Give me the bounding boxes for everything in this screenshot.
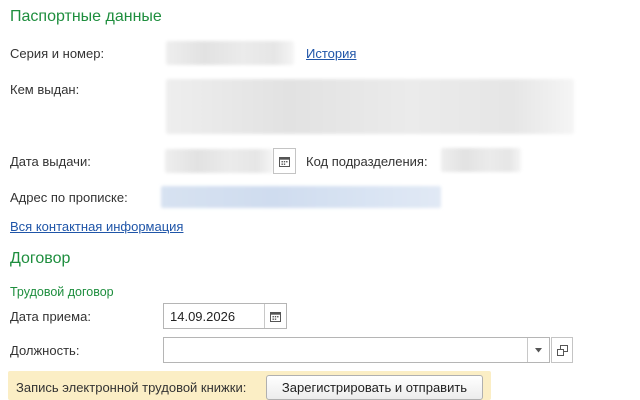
- issue-date-field[interactable]: [163, 148, 296, 174]
- electronic-workbook-banner: Запись электронной трудовой книжки: Заре…: [8, 371, 491, 400]
- open-window-icon: [556, 344, 568, 356]
- issue-date-value-redacted: [165, 149, 273, 173]
- series-number-label: Серия и номер:: [10, 46, 105, 61]
- hire-date-field[interactable]: 14.09.2026: [163, 303, 287, 329]
- position-label: Должность:: [10, 343, 80, 358]
- issued-by-label: Кем выдан:: [10, 82, 80, 97]
- chevron-down-icon: [535, 347, 542, 352]
- position-open-button[interactable]: [551, 337, 573, 363]
- address-label: Адрес по прописке:: [10, 190, 128, 205]
- register-and-send-button[interactable]: Зарегистрировать и отправить: [266, 375, 483, 400]
- hire-date-value: 14.09.2026: [170, 309, 236, 324]
- issued-by-value-redacted: [166, 79, 574, 134]
- history-link[interactable]: История: [306, 46, 356, 61]
- position-field[interactable]: [163, 337, 550, 363]
- contract-section-title: Договор: [10, 250, 71, 267]
- electronic-workbook-label: Запись электронной трудовой книжки:: [16, 380, 247, 395]
- all-contact-info-link[interactable]: Вся контактная информация: [10, 219, 183, 234]
- address-value-redacted: [161, 186, 441, 208]
- position-dropdown-button[interactable]: [527, 338, 549, 362]
- hire-date-label: Дата приема:: [10, 309, 91, 324]
- calendar-button[interactable]: [273, 148, 296, 174]
- department-code-label: Код подразделения:: [306, 154, 428, 169]
- passport-section-title: Паспортные данные: [10, 8, 162, 25]
- hire-date-calendar-button[interactable]: [264, 304, 286, 328]
- issue-date-label: Дата выдачи:: [10, 154, 91, 169]
- calendar-icon: [279, 156, 290, 167]
- employment-contract-subtitle: Трудовой договор: [10, 285, 114, 299]
- series-number-value-redacted: [166, 41, 294, 65]
- department-code-value-redacted: [441, 148, 521, 172]
- calendar-icon: [270, 311, 281, 322]
